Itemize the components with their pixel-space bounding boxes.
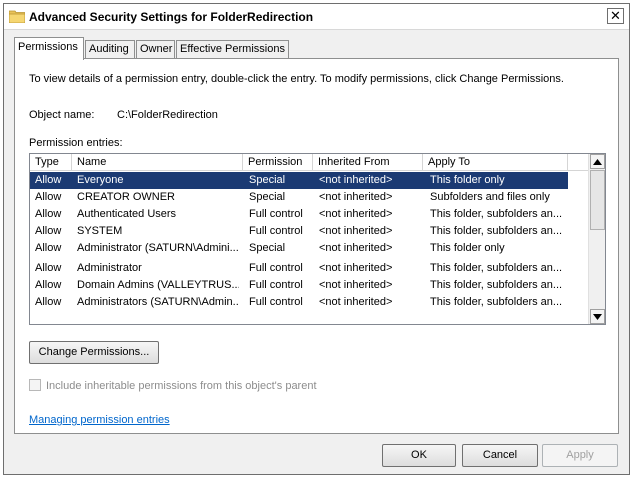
cell-name: Everyone (77, 174, 124, 186)
cell-inherited-from: <not inherited> (319, 279, 393, 291)
table-row[interactable]: Allow CREATOR OWNER Special <not inherit… (30, 189, 568, 206)
cell-apply-to: This folder, subfolders an... (430, 296, 563, 308)
title-bar[interactable]: Advanced Security Settings for FolderRed… (4, 4, 629, 30)
cell-name: CREATOR OWNER (77, 191, 175, 203)
object-name-label: Object name: (29, 109, 95, 121)
cell-permission: Full control (249, 262, 303, 274)
table-row[interactable]: Allow SYSTEM Full control <not inherited… (30, 223, 568, 240)
info-text: To view details of a permission entry, d… (29, 73, 564, 85)
include-inheritable-checkbox[interactable] (29, 379, 41, 391)
cell-apply-to: Subfolders and files only (430, 191, 550, 203)
cell-inherited-from: <not inherited> (319, 225, 393, 237)
cell-inherited-from: <not inherited> (319, 262, 393, 274)
cell-permission: Special (249, 191, 286, 203)
scroll-up-arrow-icon (593, 159, 602, 165)
include-inheritable-option: Include inheritable permissions from thi… (29, 379, 317, 392)
folder-icon (9, 10, 25, 23)
change-permissions-button[interactable]: Change Permissions... (29, 341, 159, 364)
tab-permissions[interactable]: Permissions (14, 37, 84, 60)
column-header-name[interactable]: Name (72, 154, 243, 171)
cell-type: Allow (35, 191, 62, 203)
cell-apply-to: This folder only (430, 242, 505, 254)
scroll-down-arrow-icon (593, 314, 602, 320)
security-settings-dialog: Advanced Security Settings for FolderRed… (3, 3, 630, 475)
cell-name: SYSTEM (77, 225, 123, 237)
cell-type: Allow (35, 174, 62, 186)
cell-apply-to: This folder, subfolders an... (430, 208, 563, 220)
column-header-inherited-from[interactable]: Inherited From (313, 154, 423, 171)
cell-inherited-from: <not inherited> (319, 174, 393, 186)
include-inheritable-label: Include inheritable permissions from thi… (46, 380, 317, 392)
table-row[interactable]: Allow Administrator Full control <not in… (30, 260, 568, 277)
scroll-up-button[interactable] (590, 154, 605, 169)
cell-inherited-from: <not inherited> (319, 242, 393, 254)
cell-permission: Special (249, 242, 286, 254)
table-row[interactable]: Allow Everyone Special <not inherited> T… (30, 172, 568, 189)
scrollbar-thumb[interactable] (590, 170, 605, 230)
table-row[interactable]: Allow Administrators (SATURN\Admin... Fu… (30, 294, 568, 311)
cell-apply-to: This folder, subfolders an... (430, 262, 563, 274)
permission-entries-label: Permission entries: (29, 137, 123, 149)
permissions-panel: To view details of a permission entry, d… (14, 58, 619, 434)
table-row[interactable]: Allow Authenticated Users Full control <… (30, 206, 568, 223)
tab-auditing[interactable]: Auditing (85, 40, 135, 59)
cell-name: Administrator (SATURN\Admini... (77, 242, 239, 254)
cell-inherited-from: <not inherited> (319, 208, 393, 220)
object-name-value: C:\FolderRedirection (117, 109, 218, 121)
table-row[interactable]: Allow Administrator (SATURN\Admini... Sp… (30, 240, 568, 257)
cell-type: Allow (35, 242, 62, 254)
tab-effective-permissions[interactable]: Effective Permissions (176, 40, 289, 59)
column-header-permission[interactable]: Permission (243, 154, 313, 171)
cell-permission: Full control (249, 296, 303, 308)
cell-type: Allow (35, 208, 62, 220)
managing-permission-entries-link[interactable]: Managing permission entries (29, 414, 170, 426)
cell-permission: Full control (249, 208, 303, 220)
cell-name: Administrators (SATURN\Admin... (77, 296, 239, 308)
cell-permission: Full control (249, 279, 303, 291)
cell-type: Allow (35, 279, 62, 291)
list-header: Type Name Permission Inherited From Appl… (30, 154, 590, 171)
apply-button[interactable]: Apply (542, 444, 618, 467)
cell-type: Allow (35, 262, 62, 274)
ok-button[interactable]: OK (382, 444, 456, 467)
close-icon: ✕ (610, 8, 621, 23)
table-row[interactable]: Allow Domain Admins (VALLEYTRUS... Full … (30, 277, 568, 294)
window-title: Advanced Security Settings for FolderRed… (29, 10, 314, 24)
cell-permission: Special (249, 174, 286, 186)
column-header-type[interactable]: Type (30, 154, 72, 171)
scroll-down-button[interactable] (590, 309, 605, 324)
tab-owner[interactable]: Owner (136, 40, 175, 59)
cell-name: Domain Admins (VALLEYTRUS... (77, 279, 239, 291)
cell-type: Allow (35, 225, 62, 237)
cell-apply-to: This folder only (430, 174, 505, 186)
cell-type: Allow (35, 296, 62, 308)
permission-entries-list[interactable]: Type Name Permission Inherited From Appl… (29, 153, 606, 325)
vertical-scrollbar[interactable] (588, 154, 605, 324)
cell-apply-to: This folder, subfolders an... (430, 279, 563, 291)
cancel-button[interactable]: Cancel (462, 444, 538, 467)
cell-inherited-from: <not inherited> (319, 296, 393, 308)
cell-inherited-from: <not inherited> (319, 191, 393, 203)
close-button[interactable]: ✕ (607, 8, 624, 24)
cell-name: Authenticated Users (77, 208, 177, 220)
cell-permission: Full control (249, 225, 303, 237)
cell-apply-to: This folder, subfolders an... (430, 225, 563, 237)
column-header-apply-to[interactable]: Apply To (423, 154, 568, 171)
cell-name: Administrator (77, 262, 142, 274)
